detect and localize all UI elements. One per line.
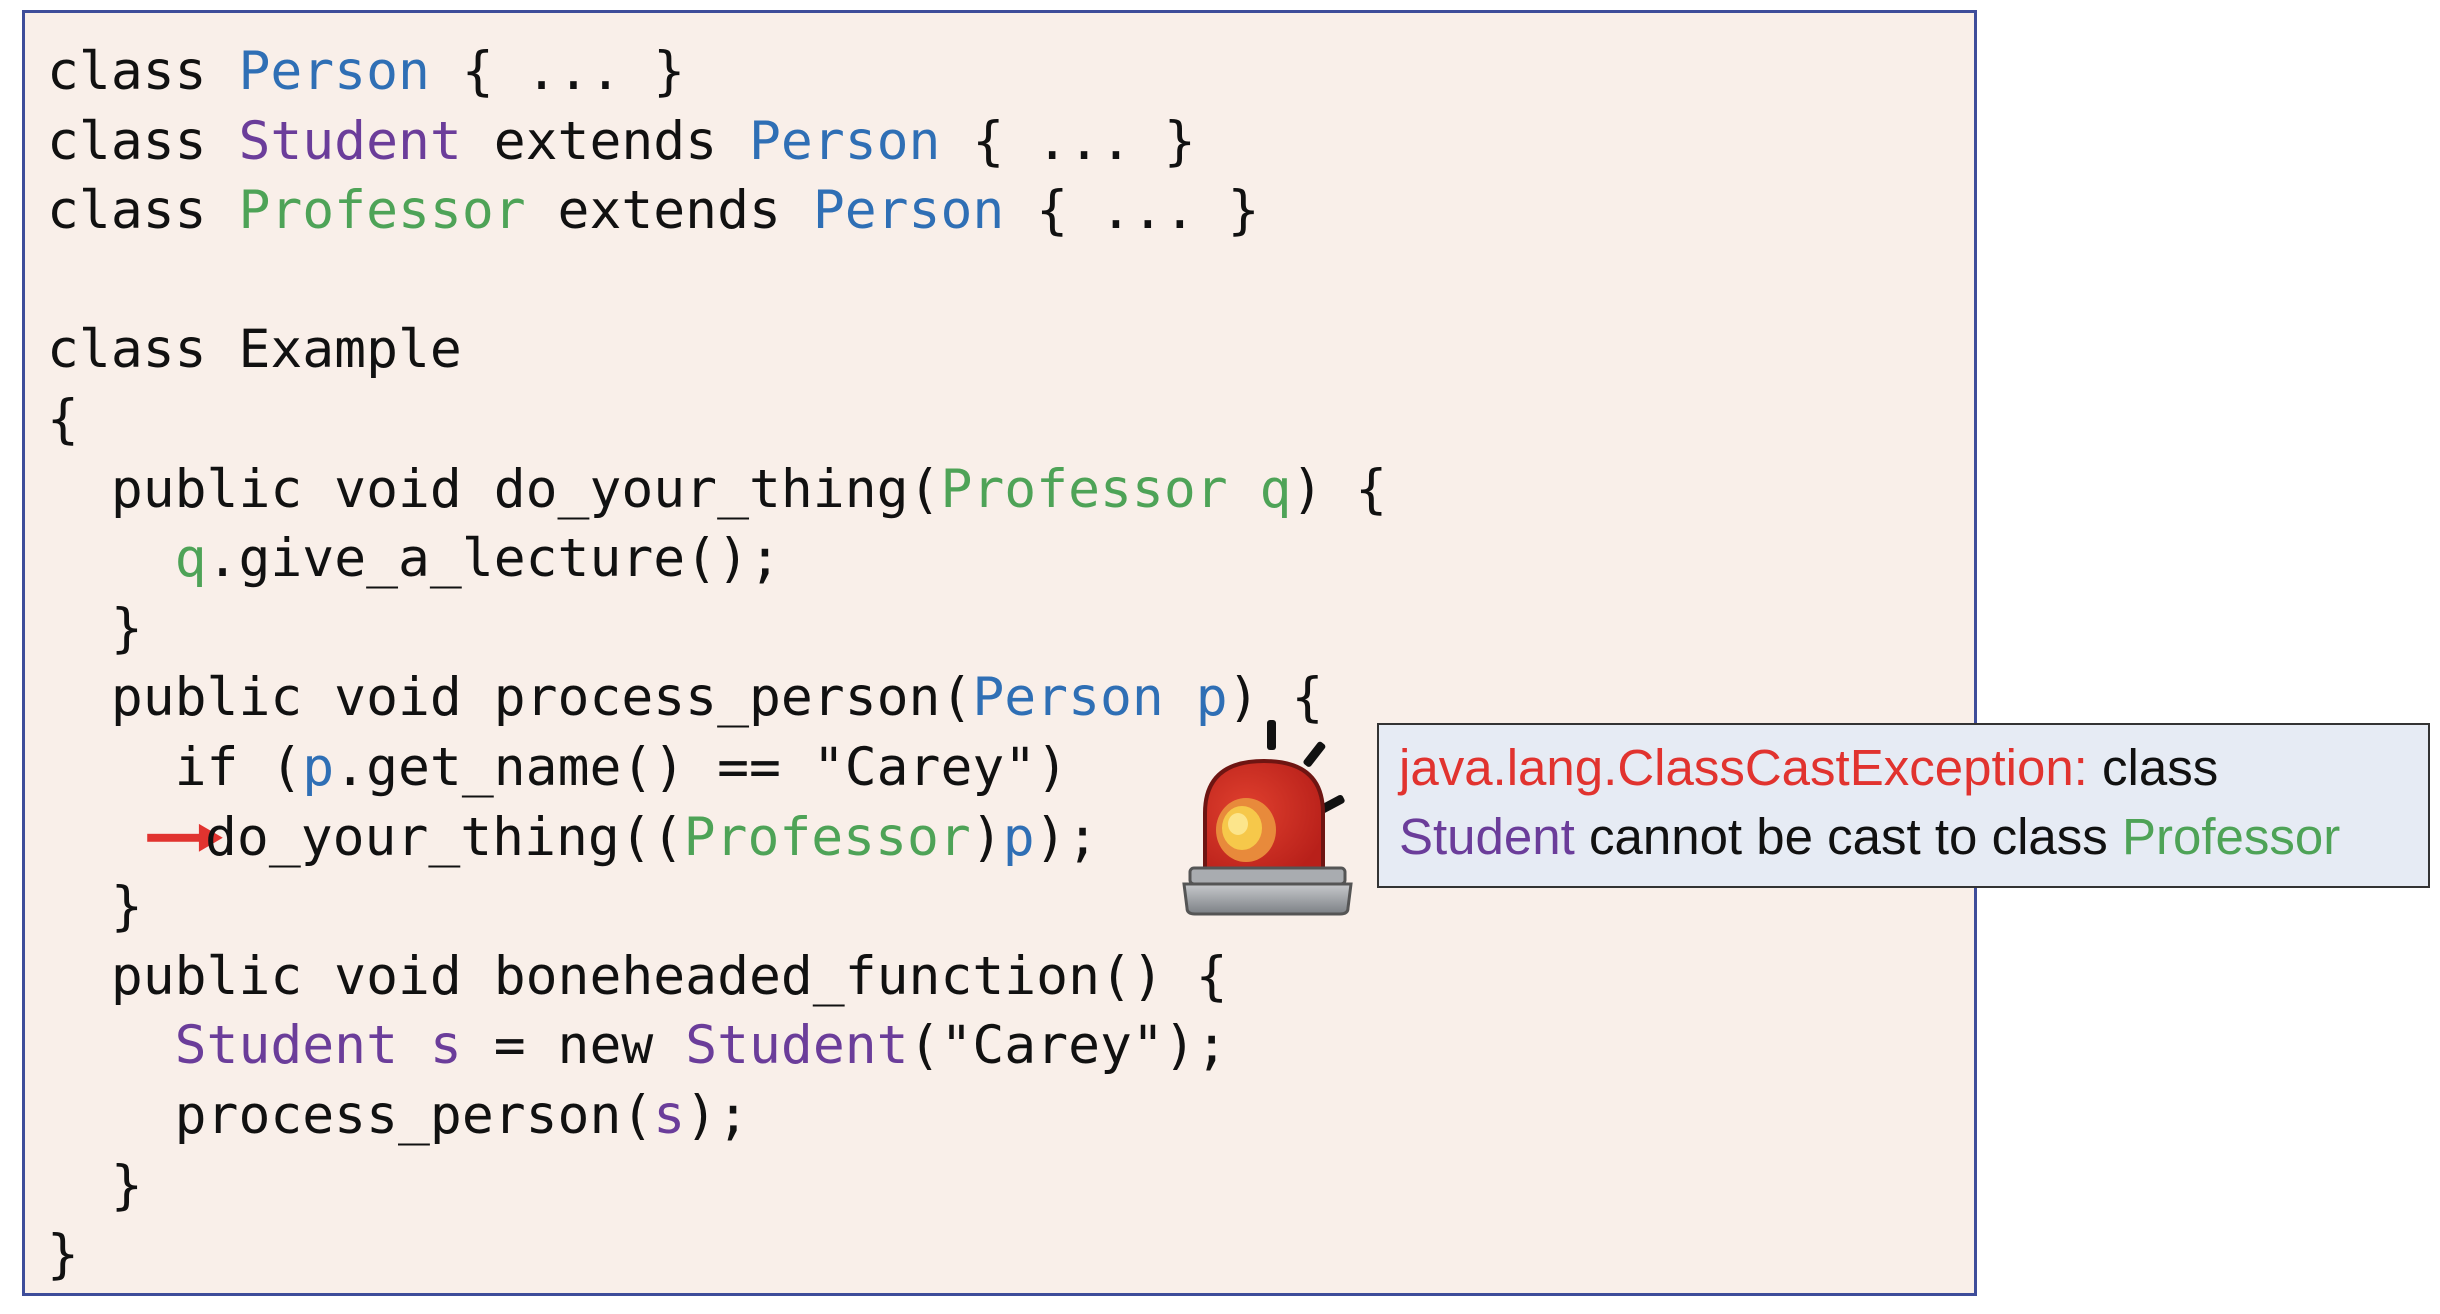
- code-token: s: [653, 1084, 686, 1146]
- code-token: }: [47, 1154, 143, 1216]
- code-token: = new: [461, 1015, 686, 1077]
- code-panel: class Person { ... } class Student extend…: [22, 10, 1977, 1296]
- code-token: p: [302, 736, 335, 798]
- code-line: class Example: [47, 315, 1387, 385]
- siren-alarm-icon: [1182, 720, 1353, 916]
- code-token: do_your_thing((: [205, 806, 684, 868]
- student-class-name: Student: [1399, 808, 1575, 865]
- code-token: public void process_person(: [47, 667, 973, 729]
- error-text: cannot be cast to class: [1574, 808, 2122, 865]
- code-token: }: [47, 1224, 79, 1286]
- code-token: class: [47, 110, 239, 172]
- code-token: extends: [525, 180, 813, 242]
- code-token: p: [1002, 806, 1035, 868]
- code-token: }: [47, 876, 143, 938]
- code-token: Professor q: [940, 458, 1292, 520]
- code-line: class Professor extends Person { ... }: [47, 176, 1387, 246]
- code-listing: class Person { ... } class Student extend…: [47, 37, 1387, 1290]
- error-line-2: Student cannot be cast to class Professo…: [1399, 802, 2428, 871]
- professor-class-name: Professor: [2121, 808, 2341, 865]
- error-message-box: java.lang.ClassCastException: class Stud…: [1377, 723, 2430, 888]
- code-token: public void do_your_thing(: [47, 458, 941, 520]
- error-text: class: [2087, 739, 2219, 796]
- code-token: .get_name() == "Carey"): [334, 736, 1069, 798]
- code-line: {: [47, 385, 1387, 455]
- code-line: q.give_a_lecture();: [47, 524, 1387, 594]
- code-token: class Example: [47, 319, 462, 381]
- code-token: extends: [461, 110, 750, 172]
- code-line: }: [47, 594, 1387, 664]
- code-token: .give_a_lecture();: [206, 528, 781, 590]
- code-token: q: [174, 528, 207, 590]
- code-token: {: [47, 388, 79, 450]
- code-line: public void boneheaded_function() {: [47, 942, 1387, 1012]
- code-token: ("Carey");: [908, 1015, 1228, 1077]
- code-token: { ... }: [1004, 180, 1260, 242]
- code-line: Student s = new Student("Carey");: [47, 1011, 1387, 1081]
- code-token: Person: [749, 110, 941, 172]
- code-token: ): [970, 806, 1003, 868]
- code-line: public void do_your_thing(Professor q) {: [47, 455, 1387, 525]
- code-token: public void boneheaded_function() {: [47, 945, 1228, 1007]
- code-token: if (: [47, 736, 303, 798]
- exception-name: java.lang.ClassCastException:: [1399, 739, 2088, 796]
- code-line: }: [47, 1151, 1387, 1221]
- code-token: ) {: [1291, 458, 1388, 520]
- code-token: );: [1034, 806, 1099, 868]
- code-token: );: [685, 1084, 750, 1146]
- code-token: class: [47, 41, 239, 102]
- code-token: }: [47, 597, 143, 659]
- code-token: Professor: [238, 180, 526, 242]
- code-token: Person: [812, 180, 1005, 242]
- right-arrow-icon: [145, 803, 223, 873]
- code-line: class Person { ... }: [47, 37, 1387, 107]
- code-token: { ... }: [429, 41, 686, 102]
- code-token: Student: [685, 1015, 909, 1077]
- code-token: Person: [238, 41, 430, 102]
- code-token: Student: [238, 110, 462, 172]
- code-token: class: [47, 180, 239, 242]
- code-token: Professor: [683, 806, 971, 868]
- code-line: class Student extends Person { ... }: [47, 107, 1387, 177]
- error-line-1: java.lang.ClassCastException: class: [1399, 733, 2428, 802]
- code-line: }: [47, 1220, 1387, 1290]
- code-line: process_person(s);: [47, 1081, 1387, 1151]
- code-token: Student s: [174, 1015, 462, 1077]
- code-token: process_person(: [47, 1084, 654, 1146]
- code-token: { ... }: [940, 110, 1196, 172]
